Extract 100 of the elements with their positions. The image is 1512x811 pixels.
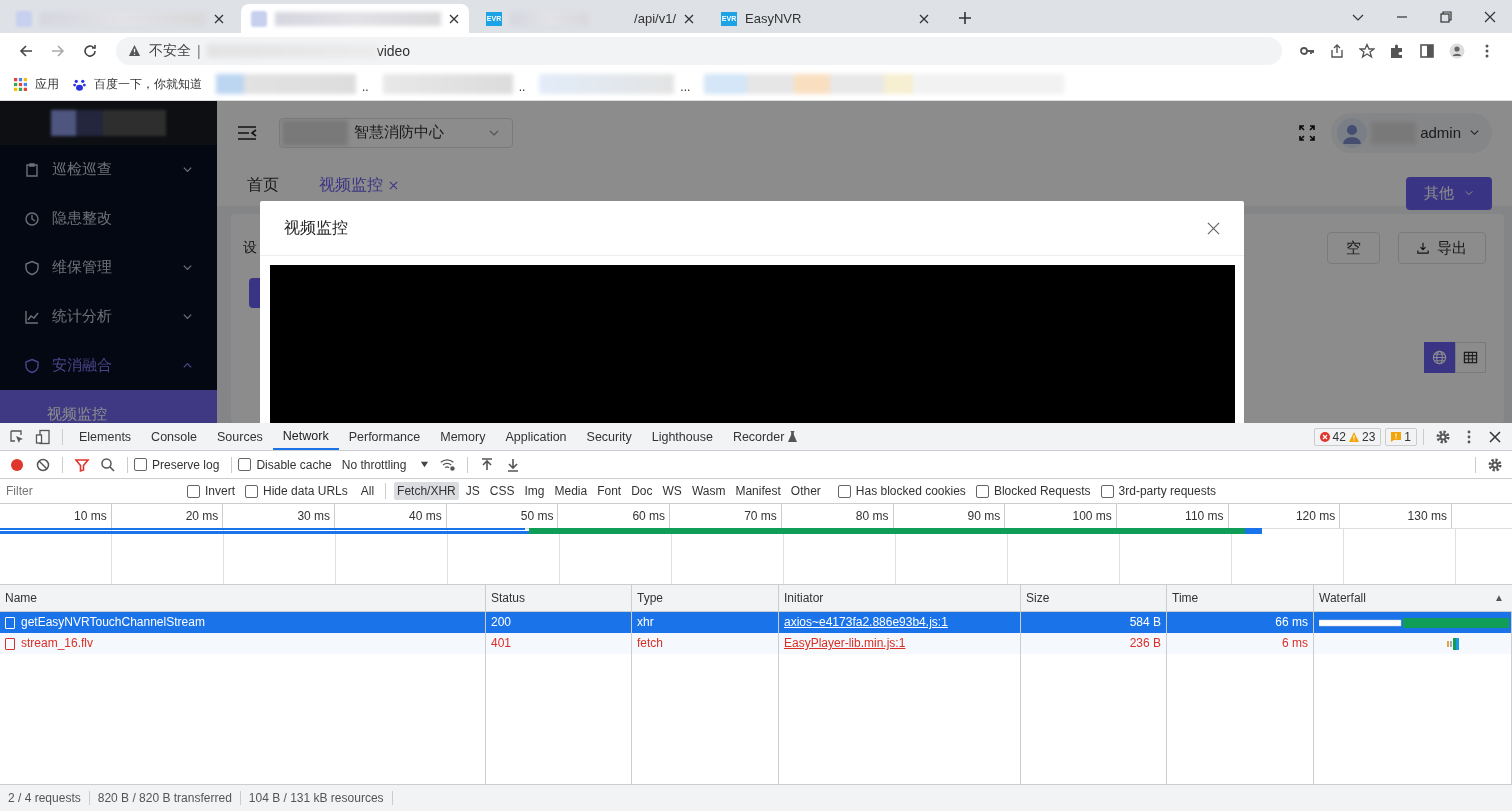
filter-checkbox[interactable]: Blocked Requests	[975, 484, 1091, 498]
menu-item-icon	[24, 259, 40, 276]
table-cell: fetch	[632, 633, 779, 654]
request-row[interactable]: getEasyNVRTouchChannelStream 200 xhr axios~e4173fa2.886e93b4.js:1 584 B 66 ms	[0, 612, 1512, 633]
star-icon[interactable]	[1359, 42, 1375, 59]
type-filter[interactable]: WS	[659, 482, 685, 500]
location-select[interactable]: 智慧消防中心	[279, 117, 513, 148]
caret-icon	[420, 460, 430, 469]
record-button[interactable]	[9, 456, 25, 473]
puzzle-icon[interactable]	[1389, 42, 1405, 59]
warning-icon	[128, 44, 141, 57]
close-icon[interactable]	[1207, 221, 1220, 235]
close-icon[interactable]	[684, 13, 694, 24]
page-tab[interactable]: 首页	[247, 174, 279, 196]
filter-checkbox[interactable]: 3rd-party requests	[1100, 484, 1216, 498]
type-filter[interactable]: Img	[521, 482, 548, 500]
location-name: 智慧消防中心	[354, 123, 445, 142]
column-header[interactable]: Name	[5, 591, 37, 605]
devtools-tab[interactable]: Sources	[207, 423, 273, 450]
devtools-tab[interactable]: Console	[141, 423, 207, 450]
primary-button-edge[interactable]	[249, 278, 261, 308]
paw-icon	[73, 77, 86, 91]
type-filter[interactable]: All	[357, 482, 378, 500]
filter-checkbox[interactable]: Hide data URLs	[245, 484, 348, 498]
toolbar-checkbox[interactable]: Disable cache	[238, 457, 332, 472]
type-filter[interactable]: CSS	[486, 482, 518, 500]
initiator-link[interactable]: EasyPlayer-lib.min.js:1	[784, 633, 906, 654]
close-icon[interactable]	[449, 13, 459, 24]
column-header[interactable]: Initiator	[784, 591, 824, 605]
close-icon[interactable]	[1487, 428, 1503, 445]
column-header[interactable]: Size	[1026, 591, 1050, 605]
devtools-tab[interactable]: Network	[272, 423, 339, 450]
column-header[interactable]: Waterfall	[1319, 591, 1366, 605]
close-icon[interactable]	[1483, 10, 1497, 24]
request-row[interactable]: stream_16.flv 401 fetch EasyPlayer-lib.min.js:1 236 B 6 ms	[0, 633, 1512, 654]
type-filter[interactable]: JS	[462, 482, 483, 500]
device-icon[interactable]	[35, 428, 51, 445]
devtools-tab[interactable]: Performance	[338, 423, 431, 450]
type-filter[interactable]: Fetch/XHR	[394, 482, 459, 500]
view-toggle[interactable]	[1424, 342, 1455, 373]
reload-icon[interactable]	[82, 42, 98, 59]
sidebar-item[interactable]: 统计分析	[0, 292, 217, 341]
table-cell: 401	[486, 633, 632, 654]
menu-fold-icon[interactable]	[237, 124, 257, 141]
issues-count[interactable]: 1	[1385, 427, 1417, 446]
action-button[interactable]: 空	[1327, 232, 1380, 264]
table-cell: stream_16.flv	[0, 633, 486, 654]
sidebar-item[interactable]: 巡检巡查	[0, 145, 217, 194]
address-bar[interactable]: 不安全 | video	[116, 36, 1282, 65]
new-tab-icon[interactable]	[958, 11, 972, 25]
console-counts[interactable]: 42 23	[1313, 427, 1382, 446]
sidebar-item[interactable]: 隐患整改	[0, 194, 217, 243]
toolbar-checkbox[interactable]: Preserve log	[134, 457, 220, 472]
more-bookmarks-mark: ..	[362, 80, 369, 94]
table-cell: 236 B	[1021, 633, 1167, 654]
restore-icon[interactable]	[1439, 10, 1453, 24]
type-filter[interactable]: Wasm	[688, 482, 729, 500]
settings-icon[interactable]	[1487, 456, 1503, 473]
globe-icon	[1432, 350, 1447, 365]
bookmark-item[interactable]: 应用	[14, 75, 59, 93]
share-icon[interactable]	[1329, 42, 1345, 59]
sort-indicator: ▲	[1494, 591, 1504, 605]
action-button[interactable]: 导出	[1398, 232, 1486, 264]
devtools-tab[interactable]: Application	[495, 423, 577, 450]
type-filter[interactable]: Doc	[628, 482, 656, 500]
security-label: 不安全	[149, 41, 191, 60]
initiator-link[interactable]: axios~e4173fa2.886e93b4.js:1	[784, 612, 948, 633]
devtools-tab[interactable]: Memory	[430, 423, 496, 450]
bookmark-item[interactable]: 百度一下，你就知道	[73, 75, 202, 93]
type-filter[interactable]: Manifest	[732, 482, 784, 500]
type-filter[interactable]: Font	[594, 482, 625, 500]
avatar-icon	[1337, 117, 1368, 148]
column-header[interactable]: Time	[1172, 591, 1199, 605]
filter-checkbox[interactable]: Has blocked cookies	[837, 484, 966, 498]
profile-icon[interactable]	[1449, 42, 1465, 59]
user-menu[interactable]: admin	[1331, 112, 1492, 153]
inspect-icon[interactable]	[9, 428, 25, 445]
side-panel-icon[interactable]	[1419, 42, 1435, 59]
close-icon[interactable]	[214, 13, 224, 24]
clear-icon[interactable]	[35, 456, 51, 473]
download-icon	[1417, 242, 1429, 254]
type-filter[interactable]: Other	[787, 482, 824, 500]
devtools-tab[interactable]: Recorder	[722, 423, 808, 450]
column-header[interactable]: Type	[637, 591, 663, 605]
close-icon[interactable]	[919, 13, 929, 24]
search-icon[interactable]	[100, 456, 116, 473]
devtools-tab[interactable]: Elements	[69, 423, 142, 450]
type-filter[interactable]: Media	[551, 482, 591, 500]
settings-icon[interactable]	[1435, 428, 1451, 445]
filter-checkbox[interactable]: Invert	[187, 484, 235, 498]
column-header[interactable]: Status	[491, 591, 526, 605]
devtools-tab[interactable]: Lighthouse	[641, 423, 723, 450]
sidebar-item[interactable]: 维保管理	[0, 243, 217, 292]
network-conditions-icon[interactable]	[440, 456, 457, 473]
devtools-tab[interactable]: Security	[576, 423, 642, 450]
throttling-select[interactable]: No throttling	[341, 457, 430, 472]
back-icon[interactable]	[18, 42, 34, 59]
filter-icon[interactable]	[74, 456, 90, 473]
issue-icon	[1391, 431, 1402, 442]
fullscreen-icon[interactable]	[1299, 124, 1316, 141]
